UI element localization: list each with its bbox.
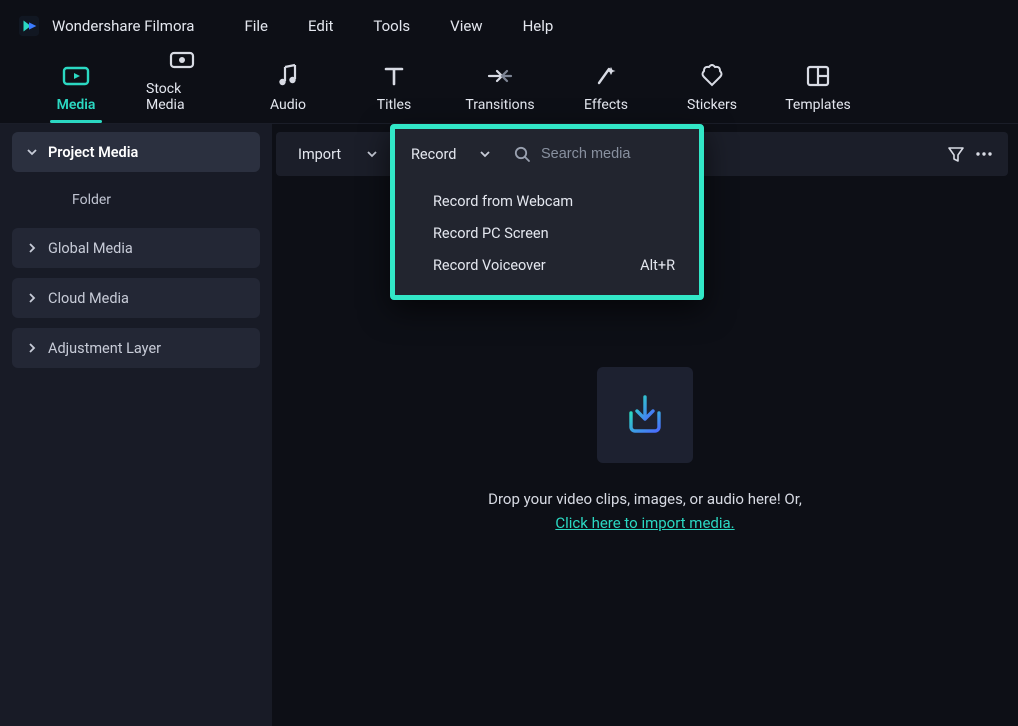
filter-button[interactable] xyxy=(942,140,970,168)
import-tile[interactable] xyxy=(597,367,693,463)
record-menu-item-label: Record from Webcam xyxy=(433,193,573,210)
sidebar-item-label: Cloud Media xyxy=(48,290,129,307)
record-menu-item-label: Record Voiceover xyxy=(433,257,546,274)
sidebar-item-project-media[interactable]: Project Media xyxy=(12,132,260,172)
chevron-right-icon xyxy=(26,342,38,354)
sidebar-item-folder[interactable]: Folder xyxy=(12,182,260,218)
chevron-right-icon xyxy=(26,242,38,254)
record-menu-pc-screen[interactable]: Record PC Screen xyxy=(395,217,699,249)
transitions-icon xyxy=(485,61,515,91)
filter-icon xyxy=(946,144,966,164)
record-label: Record xyxy=(411,146,456,163)
drop-zone-text: Drop your video clips, images, or audio … xyxy=(488,487,802,535)
more-options-button[interactable] xyxy=(970,140,998,168)
menu-file[interactable]: File xyxy=(244,17,268,35)
menu-tools[interactable]: Tools xyxy=(373,17,410,35)
record-dropdown-menu: Record Record from Webcam Recor xyxy=(390,124,704,300)
tab-effects[interactable]: Effects xyxy=(570,61,642,123)
app-title: Wondershare Filmora xyxy=(52,17,194,35)
menu-edit[interactable]: Edit xyxy=(308,17,333,35)
sidebar-item-label: Adjustment Layer xyxy=(48,340,161,357)
tab-transitions[interactable]: Transitions xyxy=(464,61,536,123)
sidebar-item-label: Folder xyxy=(72,192,111,208)
tab-stock-media[interactable]: Stock Media xyxy=(146,45,218,123)
tab-stock-media-label: Stock Media xyxy=(146,81,218,113)
templates-icon xyxy=(805,61,831,91)
tab-templates[interactable]: Templates xyxy=(782,61,854,123)
tab-transitions-label: Transitions xyxy=(465,97,534,113)
sidebar-item-label: Global Media xyxy=(48,240,133,257)
record-menu-webcam[interactable]: Record from Webcam xyxy=(395,185,699,217)
audio-icon xyxy=(276,61,300,91)
stickers-icon xyxy=(699,61,725,91)
more-horizontal-icon xyxy=(974,144,994,164)
download-icon xyxy=(619,389,671,441)
sidebar-item-label: Project Media xyxy=(48,144,138,161)
tab-stickers-label: Stickers xyxy=(687,97,737,113)
app-logo-icon xyxy=(18,15,40,37)
effects-icon xyxy=(593,61,619,91)
tab-titles[interactable]: Titles xyxy=(358,61,430,123)
chevron-down-icon xyxy=(366,148,378,160)
sidebar-item-cloud-media[interactable]: Cloud Media xyxy=(12,278,260,318)
record-dropdown[interactable]: Record xyxy=(399,138,503,170)
tab-effects-label: Effects xyxy=(584,97,628,113)
menubar: File Edit Tools View Help xyxy=(244,17,553,35)
drop-text-line1: Drop your video clips, images, or audio … xyxy=(488,490,802,508)
menu-help[interactable]: Help xyxy=(523,17,554,35)
media-icon xyxy=(62,61,90,91)
sidebar-item-global-media[interactable]: Global Media xyxy=(12,228,260,268)
search-icon xyxy=(513,145,531,163)
tab-titles-label: Titles xyxy=(377,97,411,113)
titles-icon xyxy=(382,61,406,91)
import-label: Import xyxy=(298,146,341,163)
tab-stickers[interactable]: Stickers xyxy=(676,61,748,123)
main-toolbar: Media Stock Media Audio Titles Transitio xyxy=(0,56,1018,124)
tab-media[interactable]: Media xyxy=(40,61,112,123)
content-area: Import Record xyxy=(272,124,1018,726)
chevron-right-icon xyxy=(26,292,38,304)
media-sidebar: Project Media Folder Global Media Cloud … xyxy=(0,124,272,726)
record-menu-item-label: Record PC Screen xyxy=(433,225,549,242)
chevron-down-icon xyxy=(479,148,491,160)
tab-audio-label: Audio xyxy=(270,97,306,113)
tab-audio[interactable]: Audio xyxy=(252,61,324,123)
sidebar-item-adjustment-layer[interactable]: Adjustment Layer xyxy=(12,328,260,368)
search-input[interactable] xyxy=(541,146,681,162)
record-menu-item-shortcut: Alt+R xyxy=(640,257,675,274)
menu-view[interactable]: View xyxy=(450,17,482,35)
tab-media-label: Media xyxy=(57,97,96,113)
stock-media-icon xyxy=(168,45,196,75)
record-menu-voiceover[interactable]: Record Voiceover Alt+R xyxy=(395,249,699,281)
search-box[interactable] xyxy=(503,138,691,170)
import-link[interactable]: Click here to import media. xyxy=(555,514,734,532)
chevron-down-icon xyxy=(26,146,38,158)
tab-templates-label: Templates xyxy=(785,97,851,113)
import-dropdown[interactable]: Import xyxy=(286,138,390,170)
